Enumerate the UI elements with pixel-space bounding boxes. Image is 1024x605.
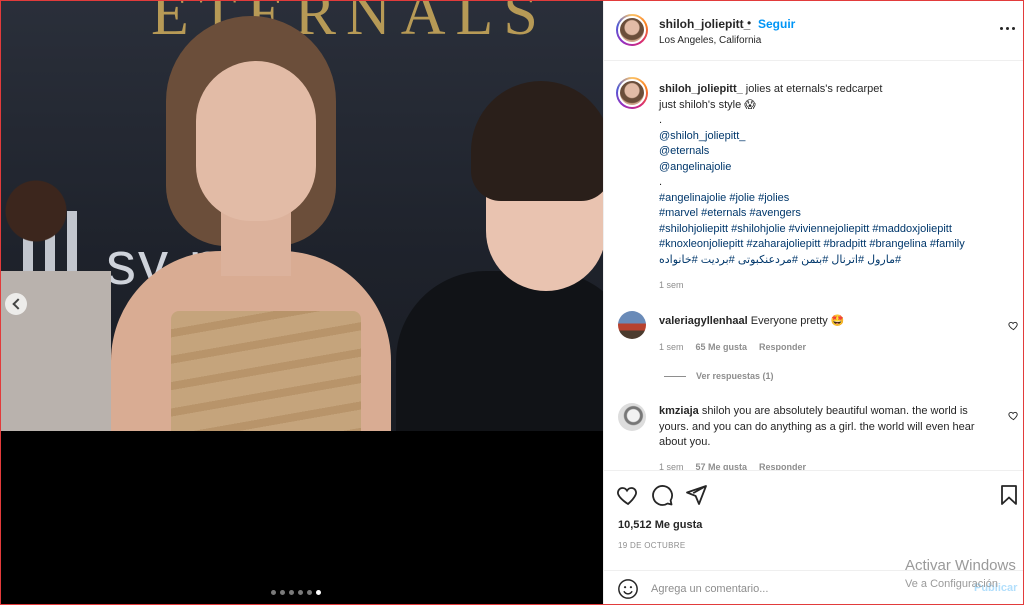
- view-replies-label: Ver respuestas (1): [696, 371, 774, 381]
- comment-username[interactable]: valeriagyllenhaal: [659, 315, 748, 327]
- comment-avatar[interactable]: [618, 311, 646, 339]
- caption-hashtags[interactable]: #angelinajolie #jolie #jolies: [659, 191, 1011, 207]
- comments-section[interactable]: shiloh_joliepitt_ jolies at eternals's r…: [604, 62, 1023, 470]
- caption-line: .: [659, 114, 663, 126]
- post-date[interactable]: 19 DE OCTUBRE: [618, 541, 685, 550]
- carousel-dot: [289, 590, 294, 595]
- reply-button[interactable]: Responder: [759, 342, 806, 352]
- carousel-prev-button[interactable]: [5, 293, 27, 315]
- caption-line: .: [659, 176, 663, 188]
- comment-body: Everyone pretty 🤩: [750, 315, 845, 327]
- comment-input[interactable]: [651, 579, 951, 599]
- screenshot-frame: ETERNALS sy ny shiloh_joliepitt_ • Segui…: [0, 0, 1024, 605]
- comment-meta: 1 sem 57 Me gusta Responder: [659, 462, 806, 470]
- person-right: [396, 81, 603, 431]
- comment-likes[interactable]: 57 Me gusta: [696, 462, 748, 470]
- carousel-dot: [307, 590, 312, 595]
- post-actions: 10,512 Me gusta 19 DE OCTUBRE: [604, 470, 1023, 570]
- comment-username[interactable]: kmziaja: [659, 405, 699, 417]
- header-separator: •: [747, 16, 752, 30]
- caption-hashtags[interactable]: #marvel #eternals #avengers: [659, 206, 1011, 222]
- avatar[interactable]: [616, 14, 648, 46]
- caption-username[interactable]: shiloh_joliepitt_: [659, 83, 743, 95]
- comment-time[interactable]: 1 sem: [659, 342, 684, 352]
- emoji-icon[interactable]: [617, 578, 639, 600]
- paper-plane-icon[interactable]: [684, 483, 708, 507]
- carousel-dot: [298, 590, 303, 595]
- follow-button[interactable]: Seguir: [758, 17, 795, 31]
- carousel-dot: [271, 590, 276, 595]
- caption-line: just shiloh's style 😱: [659, 98, 756, 111]
- comment-avatar[interactable]: [618, 403, 646, 431]
- carousel-dot: [316, 590, 321, 595]
- carousel-indicator: [271, 590, 321, 595]
- post-side-panel: shiloh_joliepitt_ • Seguir Los Angeles, …: [603, 1, 1023, 604]
- view-replies-button[interactable]: Ver respuestas (1): [664, 371, 774, 381]
- caption-mention[interactable]: @angelinajolie: [659, 160, 1011, 176]
- post-caption: shiloh_joliepitt_ jolies at eternals's r…: [659, 82, 1011, 268]
- heart-icon[interactable]: [616, 483, 640, 507]
- comment-icon[interactable]: [650, 483, 674, 507]
- comment-like-icon[interactable]: [1008, 320, 1019, 331]
- bookmark-icon[interactable]: [997, 483, 1021, 507]
- add-comment-bar: Publicar: [604, 570, 1023, 604]
- comment-text: kmziaja shiloh you are absolutely beauti…: [659, 404, 994, 451]
- post-location[interactable]: Los Angeles, California: [659, 35, 761, 46]
- comment-likes[interactable]: 65 Me gusta: [696, 342, 748, 352]
- comment-text: valeriagyllenhaal Everyone pretty 🤩: [659, 314, 994, 330]
- more-horizontal-icon[interactable]: [1000, 27, 1015, 30]
- comment-time[interactable]: 1 sem: [659, 462, 684, 470]
- caption-hashtags[interactable]: #knoxleonjoliepitt #zaharajoliepitt #bra…: [659, 237, 1011, 253]
- comment-like-icon[interactable]: [1008, 410, 1019, 421]
- comment-body: shiloh you are absolutely beautiful woma…: [659, 405, 975, 448]
- post-header: shiloh_joliepitt_ • Seguir Los Angeles, …: [604, 1, 1023, 61]
- caption-hashtags[interactable]: مارول #اترنال #بتمن #مردعنکبوتی #برديت #…: [659, 253, 1011, 269]
- reply-button[interactable]: Responder: [759, 462, 806, 470]
- person-left: [1, 151, 111, 431]
- author-username[interactable]: shiloh_joliepitt_: [659, 17, 750, 31]
- caption-mention[interactable]: @shiloh_joliepitt_: [659, 129, 1011, 145]
- caption-hashtags[interactable]: #shilohjoliepitt #shilohjolie #viviennej…: [659, 222, 1011, 238]
- comment-meta: 1 sem 65 Me gusta Responder: [659, 342, 806, 352]
- likes-count[interactable]: 10,512 Me gusta: [618, 519, 702, 531]
- post-media[interactable]: ETERNALS sy ny: [1, 1, 603, 604]
- carousel-dot: [280, 590, 285, 595]
- caption-timestamp[interactable]: 1 sem: [659, 280, 684, 290]
- post-comment-button[interactable]: Publicar: [974, 582, 1017, 594]
- caption-line: jolies at eternals's redcarpet: [745, 83, 883, 95]
- person-center: [101, 11, 391, 431]
- caption-avatar[interactable]: [616, 77, 648, 109]
- caption-mention[interactable]: @eternals: [659, 144, 1011, 160]
- post-photo: ETERNALS sy ny: [1, 1, 603, 431]
